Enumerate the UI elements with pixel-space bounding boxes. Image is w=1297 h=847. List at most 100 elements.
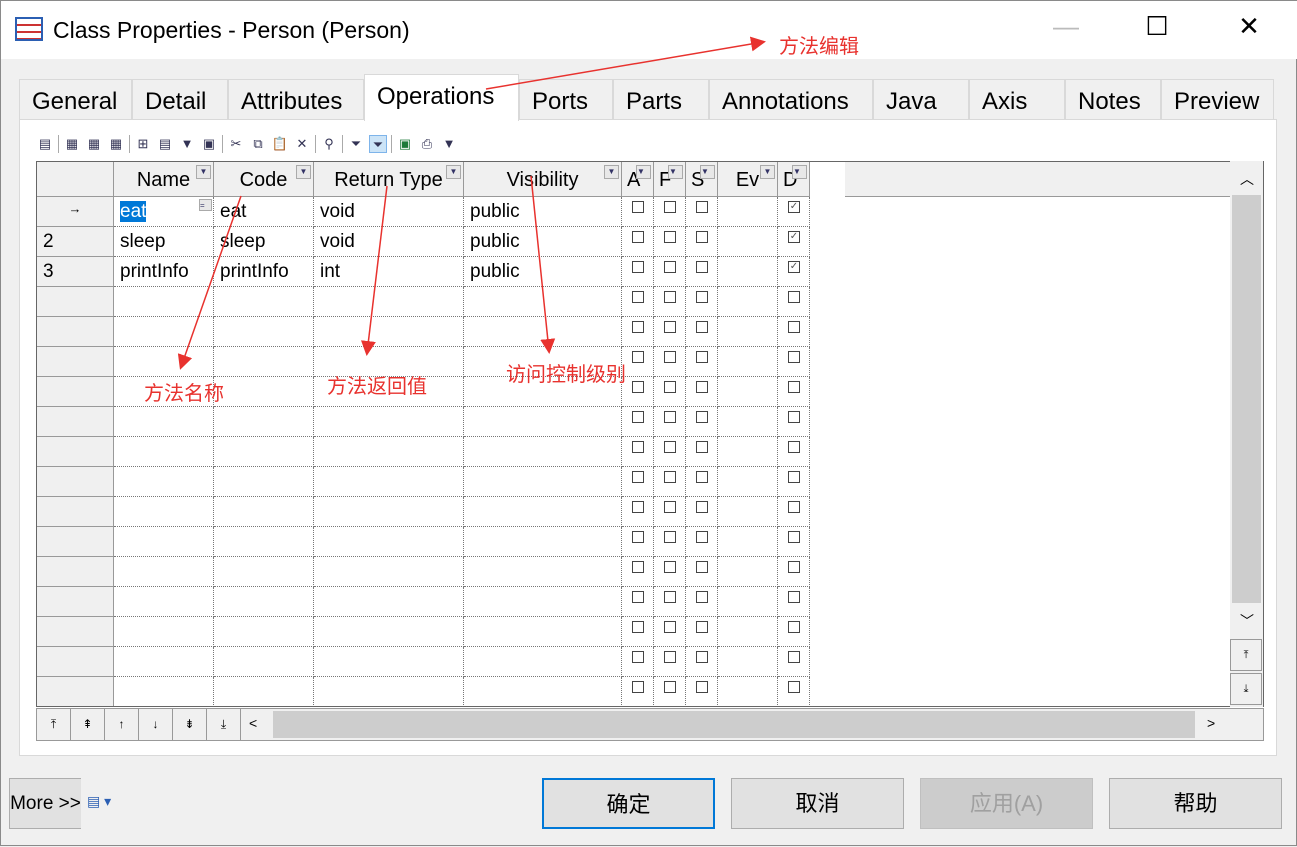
cell-ev[interactable] — [718, 407, 778, 437]
d-checkbox[interactable] — [788, 441, 800, 453]
cell-f[interactable] — [654, 467, 686, 497]
d-checkbox[interactable] — [788, 291, 800, 303]
cell-code[interactable] — [214, 377, 314, 407]
f-checkbox[interactable] — [664, 261, 676, 273]
cell-visibility[interactable] — [464, 407, 622, 437]
cell-visibility[interactable]: public — [464, 257, 622, 287]
cell-ev[interactable] — [718, 497, 778, 527]
s-checkbox[interactable] — [696, 261, 708, 273]
create-icon[interactable]: ▣ — [200, 135, 218, 153]
cell-name[interactable] — [114, 317, 214, 347]
cell-ev[interactable] — [718, 467, 778, 497]
cell-name[interactable] — [114, 677, 214, 706]
cell-d[interactable] — [778, 677, 810, 706]
f-checkbox[interactable] — [664, 621, 676, 633]
column-filter-dropdown-icon[interactable]: ▼ — [604, 165, 619, 179]
row-selector[interactable] — [37, 467, 114, 497]
cell-s[interactable] — [686, 407, 718, 437]
cell-ev[interactable] — [718, 527, 778, 557]
cell-visibility[interactable] — [464, 317, 622, 347]
f-checkbox[interactable] — [664, 201, 676, 213]
cell-return-type[interactable] — [314, 287, 464, 317]
cell-name[interactable] — [114, 527, 214, 557]
row-selector[interactable] — [37, 617, 114, 647]
cell-a[interactable] — [622, 587, 654, 617]
f-checkbox[interactable] — [664, 441, 676, 453]
cell-d[interactable]: ✓ — [778, 197, 810, 227]
cell-a[interactable] — [622, 467, 654, 497]
row-selector[interactable] — [37, 557, 114, 587]
row-selector[interactable] — [37, 527, 114, 557]
d-checkbox[interactable] — [788, 471, 800, 483]
column-header-ev[interactable]: Ev ▼ — [718, 162, 778, 197]
f-checkbox[interactable] — [664, 651, 676, 663]
row-selector[interactable]: → — [37, 197, 114, 227]
d-checkbox[interactable] — [788, 681, 800, 693]
cell-visibility[interactable] — [464, 527, 622, 557]
cell-a[interactable] — [622, 557, 654, 587]
cell-s[interactable] — [686, 347, 718, 377]
cell-code[interactable] — [214, 647, 314, 677]
move-page-up-button[interactable]: ⇞ — [71, 709, 105, 740]
add-rows-icon[interactable]: ▦ — [107, 135, 125, 153]
row-selector[interactable] — [37, 317, 114, 347]
more-button[interactable]: More >> — [9, 778, 81, 829]
tab-detail[interactable]: Detail — [132, 79, 228, 120]
cell-code[interactable] — [214, 407, 314, 437]
help-button[interactable]: 帮助 — [1109, 778, 1282, 829]
apply-button[interactable]: 应用(A) — [920, 778, 1093, 829]
cell-s[interactable] — [686, 227, 718, 257]
cancel-button[interactable]: 取消 — [731, 778, 904, 829]
move-up-button[interactable]: ↑ — [105, 709, 139, 740]
horizontal-scroll-thumb[interactable] — [273, 711, 1195, 738]
s-checkbox[interactable] — [696, 441, 708, 453]
s-checkbox[interactable] — [696, 561, 708, 573]
cell-a[interactable] — [622, 347, 654, 377]
cell-a[interactable] — [622, 197, 654, 227]
a-checkbox[interactable] — [632, 321, 644, 333]
cell-visibility[interactable] — [464, 617, 622, 647]
d-checkbox[interactable] — [788, 561, 800, 573]
a-checkbox[interactable] — [632, 231, 644, 243]
cell-s[interactable] — [686, 497, 718, 527]
filter-enable-icon[interactable]: ⏷ — [369, 135, 387, 153]
scroll-down-icon[interactable]: ﹀ — [1240, 611, 1254, 631]
cell-d[interactable] — [778, 437, 810, 467]
cell-return-type[interactable] — [314, 647, 464, 677]
scroll-right-icon[interactable]: > — [1207, 715, 1215, 731]
cell-ev[interactable] — [718, 647, 778, 677]
cell-code[interactable] — [214, 527, 314, 557]
row-selector[interactable] — [37, 497, 114, 527]
f-checkbox[interactable] — [664, 531, 676, 543]
cell-a[interactable] — [622, 497, 654, 527]
minimize-button[interactable]: — — [1043, 11, 1089, 49]
column-header-s[interactable]: S ▼ — [686, 162, 718, 197]
cell-code[interactable] — [214, 437, 314, 467]
ok-button[interactable]: 确定 — [542, 778, 715, 829]
cell-d[interactable] — [778, 497, 810, 527]
f-checkbox[interactable] — [664, 291, 676, 303]
move-page-down-button[interactable]: ⇟ — [173, 709, 207, 740]
cell-return-type[interactable] — [314, 587, 464, 617]
column-header-name[interactable]: Name ▼ — [114, 162, 214, 197]
cell-d[interactable] — [778, 347, 810, 377]
d-checkbox[interactable] — [788, 531, 800, 543]
s-checkbox[interactable] — [696, 231, 708, 243]
column-filter-dropdown-icon[interactable]: ▼ — [668, 165, 683, 179]
menu-dropdown-icon[interactable]: ▤ ▾ — [87, 793, 111, 810]
properties-icon[interactable]: ▤ — [36, 135, 54, 153]
tab-annotations[interactable]: Annotations — [709, 79, 873, 120]
cell-name[interactable] — [114, 617, 214, 647]
s-checkbox[interactable] — [696, 501, 708, 513]
d-checkbox[interactable]: ✓ — [788, 231, 800, 243]
a-checkbox[interactable] — [632, 621, 644, 633]
tab-operations[interactable]: Operations — [364, 74, 519, 121]
cell-a[interactable] — [622, 227, 654, 257]
delete-icon[interactable]: ✕ — [293, 135, 311, 153]
cell-d[interactable] — [778, 467, 810, 497]
cell-visibility[interactable] — [464, 587, 622, 617]
d-checkbox[interactable] — [788, 621, 800, 633]
cell-code[interactable] — [214, 557, 314, 587]
dropdown-icon[interactable]: ▼ — [440, 135, 458, 153]
cell-f[interactable] — [654, 317, 686, 347]
